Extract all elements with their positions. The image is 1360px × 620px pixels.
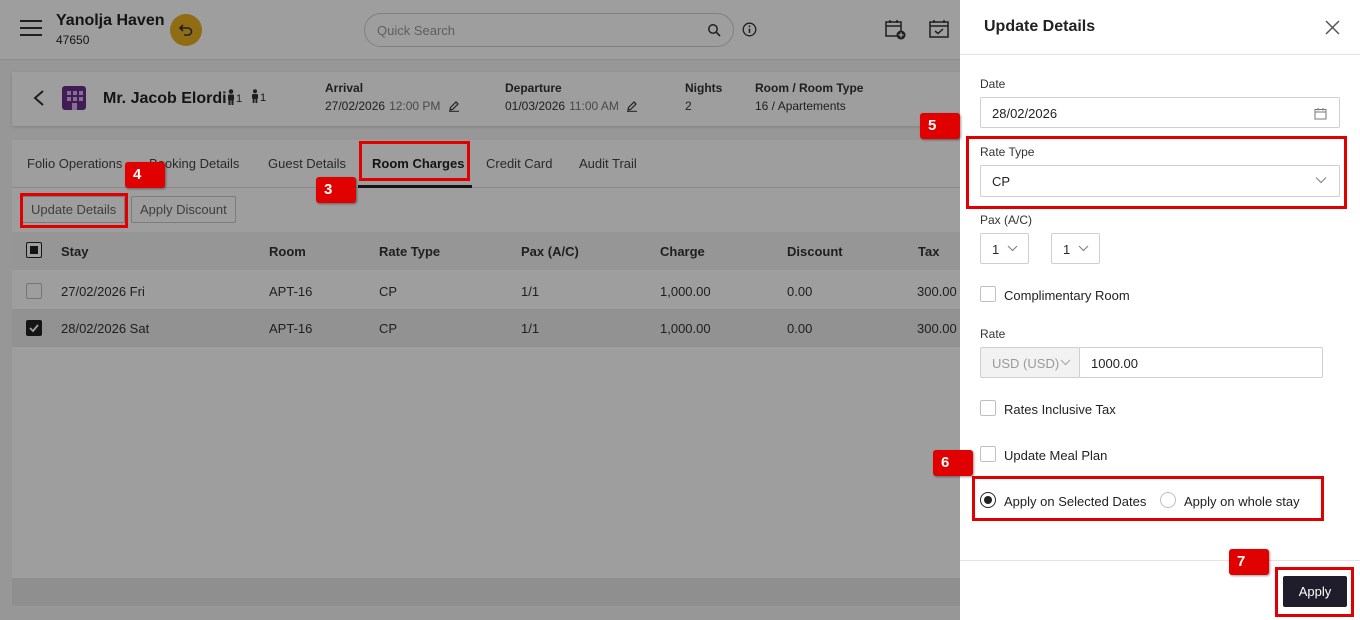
update-meal-plan-checkbox[interactable]: [980, 446, 996, 462]
currency-select: USD (USD): [980, 347, 1080, 378]
highlight-apply-scope: [972, 476, 1324, 521]
currency-value: USD (USD): [992, 356, 1060, 371]
chevron-down-icon: [1060, 359, 1071, 366]
date-value: 28/02/2026: [992, 106, 1058, 121]
date-label: Date: [980, 77, 1006, 91]
rate-label: Rate: [980, 327, 1006, 341]
rate-amount-input[interactable]: 1000.00: [1079, 347, 1323, 378]
highlight-rate-type: [966, 136, 1347, 209]
pax-adults-select[interactable]: 1: [980, 233, 1029, 264]
close-icon[interactable]: [1325, 20, 1340, 35]
drawer-footer-divider: [960, 560, 1360, 561]
step-badge-3: 3: [316, 177, 356, 203]
highlight-apply-button: [1275, 567, 1354, 617]
pax-children-select[interactable]: 1: [1051, 233, 1100, 264]
drawer-title: Update Details: [984, 18, 1096, 35]
step-badge-7: 7: [1229, 549, 1269, 575]
step-badge-6: 6: [933, 450, 973, 476]
pax-label: Pax (A/C): [980, 213, 1033, 227]
update-meal-plan-label: Update Meal Plan: [1004, 448, 1108, 463]
highlight-update-details: [20, 193, 128, 228]
update-details-drawer: Update Details Date 28/02/2026 Rate Type…: [960, 0, 1360, 620]
highlight-room-charges-tab: [359, 141, 470, 181]
complimentary-room-checkbox[interactable]: [980, 286, 996, 302]
rates-inclusive-tax-checkbox[interactable]: [980, 400, 996, 416]
drawer-header: Update Details: [960, 0, 1360, 55]
step-badge-5: 5: [920, 113, 960, 139]
rates-inclusive-tax-label: Rates Inclusive Tax: [1004, 402, 1116, 417]
chevron-down-icon: [1007, 245, 1018, 252]
modal-backdrop[interactable]: [0, 0, 960, 620]
calendar-icon[interactable]: [1314, 107, 1327, 120]
pax-children-value: 1: [1063, 242, 1071, 257]
date-field[interactable]: 28/02/2026: [980, 97, 1340, 128]
rate-amount-value: 1000.00: [1091, 356, 1138, 371]
step-badge-4: 4: [125, 162, 165, 188]
pax-adults-value: 1: [992, 242, 1000, 257]
chevron-down-icon: [1078, 245, 1089, 252]
complimentary-room-label: Complimentary Room: [1004, 288, 1130, 303]
